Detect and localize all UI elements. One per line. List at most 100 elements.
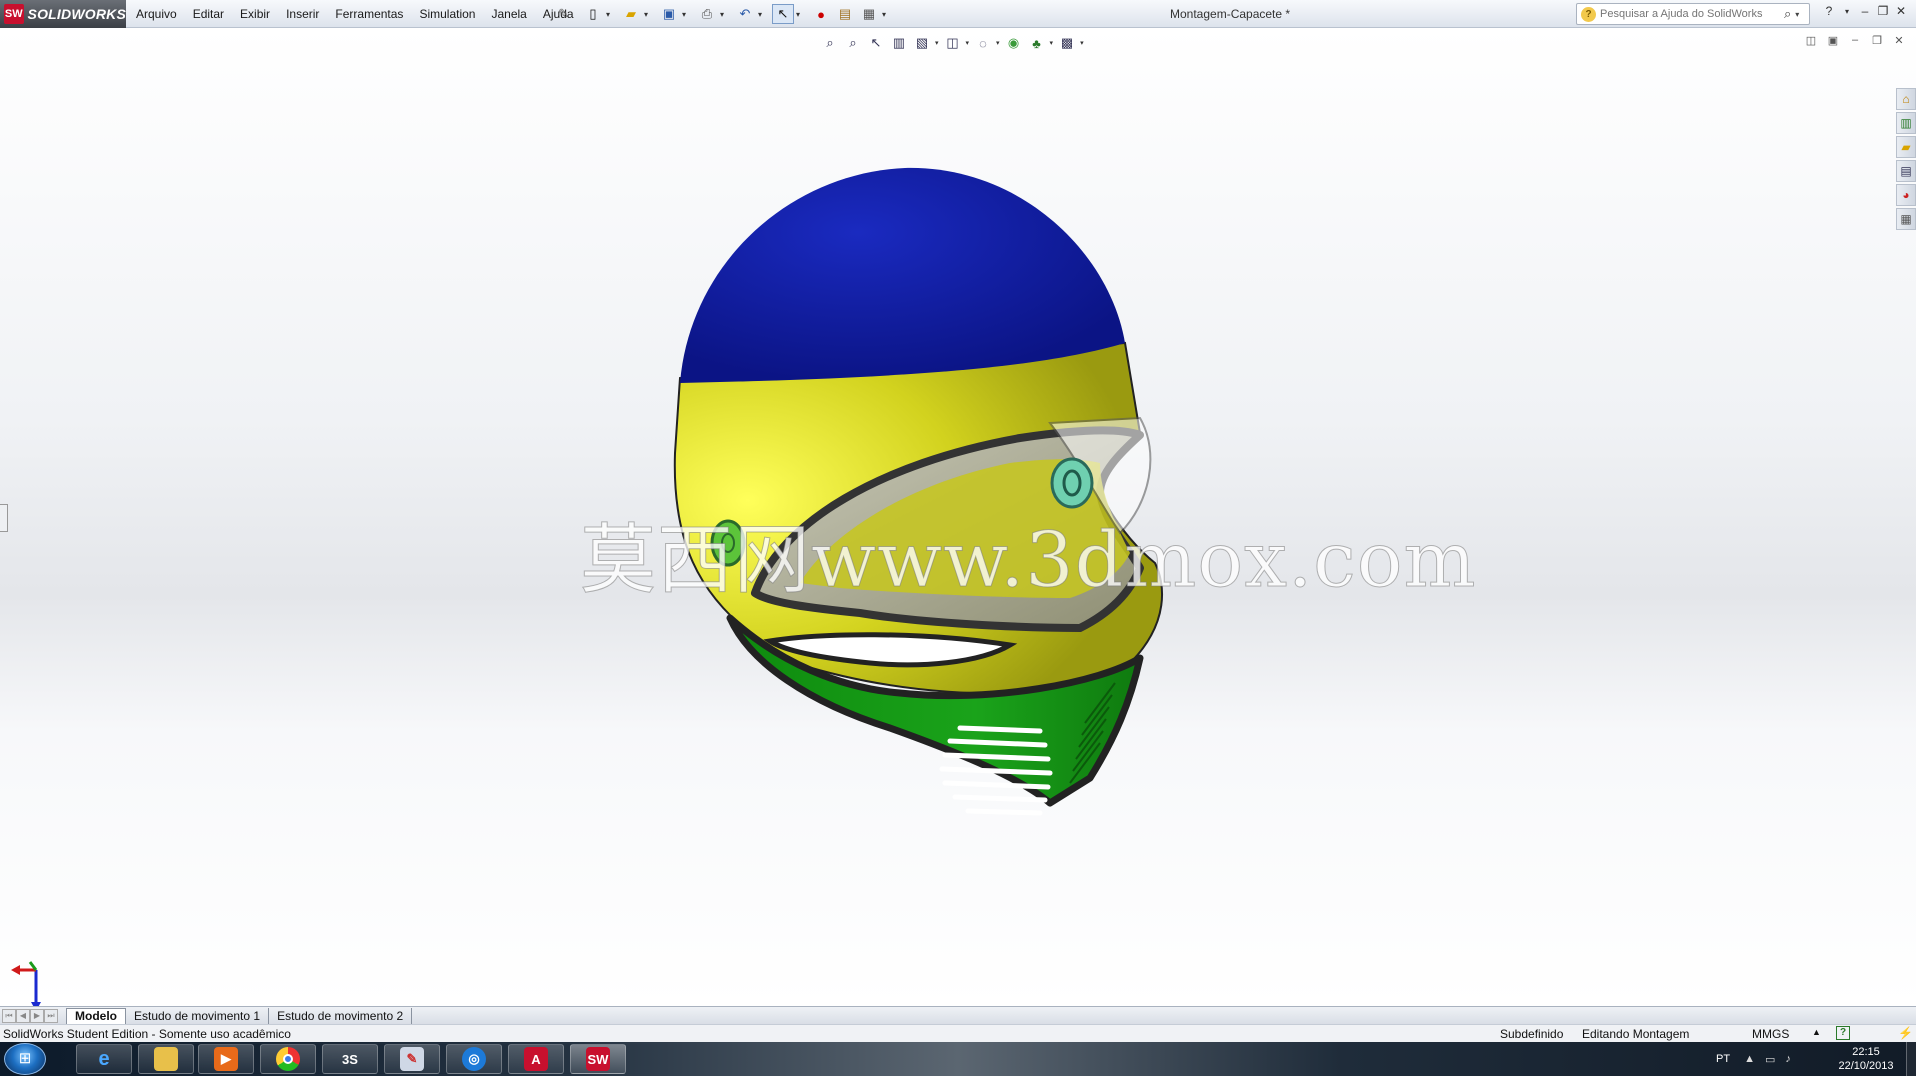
minimize-icon[interactable]: – xyxy=(1844,34,1866,47)
media-player-button[interactable]: ▶ xyxy=(198,1044,254,1074)
close-icon[interactable]: ✕ xyxy=(1888,34,1910,47)
chevron-down-icon[interactable]: ▾ xyxy=(758,10,766,19)
options-icon[interactable]: ▦ xyxy=(858,4,880,24)
chevron-down-icon[interactable]: ▾ xyxy=(966,39,970,47)
save-icon[interactable]: ▣ xyxy=(658,4,680,24)
hide-show-icon[interactable]: ◌ xyxy=(973,33,993,53)
edit-appearance-icon[interactable]: ◉ xyxy=(1004,33,1024,53)
rebuild-icon[interactable]: ⚡ xyxy=(1898,1026,1913,1040)
menu-exibir[interactable]: Exibir xyxy=(240,7,270,21)
chevron-up-icon[interactable]: ▲ xyxy=(1812,1027,1821,1037)
close-icon[interactable]: ✕ xyxy=(1892,4,1910,18)
network-icon[interactable]: ▭ xyxy=(1765,1053,1775,1066)
select-arrow-icon[interactable]: ↖ xyxy=(772,4,794,24)
restore-icon[interactable]: ❐ xyxy=(1866,34,1888,47)
open-folder-icon[interactable]: ▰ xyxy=(620,4,642,24)
first-tab-icon[interactable]: ⏮ xyxy=(2,1008,16,1023)
help-search-input[interactable] xyxy=(1600,8,1780,20)
view-palette-icon[interactable]: ▤ xyxy=(1896,160,1916,182)
show-hidden-icons-icon[interactable]: ▲ xyxy=(1744,1053,1755,1065)
tab-estudo-de-movimento-1[interactable]: Estudo de movimento 1 xyxy=(126,1007,270,1024)
last-tab-icon[interactable]: ⏭ xyxy=(44,1008,58,1023)
chevron-down-icon[interactable]: ▾ xyxy=(882,10,890,19)
search-icon[interactable]: ⌕ xyxy=(1784,6,1791,22)
help-icon: ? xyxy=(1581,6,1596,22)
volume-icon[interactable]: ♪ xyxy=(1785,1053,1791,1065)
menu-inserir[interactable]: Inserir xyxy=(286,7,319,21)
unit-system[interactable]: MMGS xyxy=(1752,1027,1789,1041)
chevron-down-icon[interactable]: ▾ xyxy=(1838,7,1856,16)
folder-icon xyxy=(154,1047,178,1071)
chevron-down-icon[interactable]: ▾ xyxy=(606,10,614,19)
taskbar-clock[interactable]: 22:15 22/10/2013 xyxy=(1828,1045,1904,1073)
teamviewer-icon: ◎ xyxy=(462,1047,486,1071)
design-library-icon[interactable]: ▥ xyxy=(1896,112,1916,134)
chevron-down-icon[interactable]: ▾ xyxy=(796,10,804,19)
internet-explorer-button[interactable]: e xyxy=(76,1044,132,1074)
help-menu-icon[interactable]: ? xyxy=(1820,4,1838,18)
zoom-to-area-icon[interactable]: ⌕ xyxy=(843,33,863,53)
acrobat-button[interactable]: A xyxy=(508,1044,564,1074)
prev-tab-icon[interactable]: ◀ xyxy=(16,1008,30,1023)
display-style-icon[interactable]: ◫ xyxy=(943,33,963,53)
menu-janela[interactable]: Janela xyxy=(491,7,526,21)
custom-properties-icon[interactable]: ▦ xyxy=(1896,208,1916,230)
window-controls: ? ▾ – ❐ ✕ xyxy=(1820,4,1910,18)
file-explorer-button[interactable] xyxy=(138,1044,194,1074)
apply-scene-icon[interactable]: ♣ xyxy=(1027,33,1047,53)
tab-estudo-de-movimento-2[interactable]: Estudo de movimento 2 xyxy=(269,1007,413,1024)
feature-manager-collapse-handle[interactable] xyxy=(0,504,8,532)
chevron-down-icon[interactable]: ▾ xyxy=(996,39,1000,47)
paint-button[interactable]: ✎ xyxy=(384,1044,440,1074)
menu-editar[interactable]: Editar xyxy=(193,7,224,21)
definition-status: Subdefinido xyxy=(1500,1027,1564,1041)
traffic-light-icon[interactable]: ● xyxy=(810,4,832,24)
clock-date: 22/10/2013 xyxy=(1838,1060,1894,1072)
quick-tips-icon[interactable]: ? xyxy=(1836,1026,1850,1040)
media-player-icon: ▶ xyxy=(214,1047,238,1071)
windows-start-button[interactable]: ⊞ xyxy=(4,1043,46,1075)
pin-menu-icon[interactable]: ✎ xyxy=(558,6,569,22)
minimize-icon[interactable]: – xyxy=(1856,4,1874,18)
new-document-icon[interactable]: ▯ xyxy=(582,4,604,24)
view-settings-icon[interactable]: ▩ xyxy=(1057,33,1077,53)
menu-simulation[interactable]: Simulation xyxy=(419,7,475,21)
solidworks-logo[interactable]: SW SOLIDWORKS xyxy=(0,0,126,28)
chevron-down-icon[interactable]: ▾ xyxy=(682,10,690,19)
section-view-icon[interactable]: ▥ xyxy=(889,33,909,53)
3ds-app-button[interactable]: 3S xyxy=(322,1044,378,1074)
split-view-icon[interactable]: ◫ xyxy=(1800,34,1822,47)
chevron-down-icon[interactable]: ▾ xyxy=(1050,39,1054,47)
show-desktop-button[interactable] xyxy=(1906,1042,1916,1076)
tile-view-icon[interactable]: ▣ xyxy=(1822,34,1844,47)
language-indicator[interactable]: PT xyxy=(1716,1053,1730,1065)
undo-icon[interactable]: ↶ xyxy=(734,4,756,24)
teamviewer-button[interactable]: ◎ xyxy=(446,1044,502,1074)
previous-view-icon[interactable]: ↖ xyxy=(866,33,886,53)
print-icon[interactable]: ⎙ xyxy=(696,4,718,24)
graphics-area[interactable]: ⌕ ⌕ ↖ ▥ ▧ ▾ ◫ ▾ ◌ ▾ ◉ ♣ ▾ ▩ ▾ ◫ ▣ – ❐ ✕ ⌂ ▥ ▰… xyxy=(0,28,1916,1011)
menu-ferramentas[interactable]: Ferramentas xyxy=(335,7,403,21)
model-tabs-bar: ⏮ ◀ ▶ ⏭ Modelo Estudo de movimento 1 Est… xyxy=(0,1006,1916,1024)
menu-arquivo[interactable]: Arquivo xyxy=(136,7,177,21)
view-orientation-icon[interactable]: ▧ xyxy=(912,33,932,53)
zoom-to-fit-icon[interactable]: ⌕ xyxy=(820,33,840,53)
next-tab-icon[interactable]: ▶ xyxy=(30,1008,44,1023)
chrome-button[interactable] xyxy=(260,1044,316,1074)
viewport-controls: ◫ ▣ – ❐ ✕ xyxy=(1800,34,1910,47)
appearances-icon[interactable]: ◕ xyxy=(1896,184,1916,206)
solidworks-taskbar-button[interactable]: SW xyxy=(570,1044,626,1074)
solidworks-resources-icon[interactable]: ⌂ xyxy=(1896,88,1916,110)
windows-taskbar: ⊞ e ▶ 3S ✎ ◎ A SW PT ▲ ▭ ♪ 22:15 22/10/2… xyxy=(0,1042,1916,1076)
file-properties-icon[interactable]: ▤ xyxy=(834,4,856,24)
chevron-down-icon[interactable]: ▾ xyxy=(1795,10,1799,19)
chevron-down-icon[interactable]: ▾ xyxy=(935,39,939,47)
restore-icon[interactable]: ❐ xyxy=(1874,4,1892,18)
file-explorer-icon[interactable]: ▰ xyxy=(1896,136,1916,158)
document-title: Montagem-Capacete * xyxy=(1170,7,1291,21)
tab-modelo[interactable]: Modelo xyxy=(66,1007,126,1024)
chevron-down-icon[interactable]: ▾ xyxy=(720,10,728,19)
logo-text: SOLIDWORKS xyxy=(27,6,126,22)
chevron-down-icon[interactable]: ▾ xyxy=(1080,39,1084,47)
chevron-down-icon[interactable]: ▾ xyxy=(644,10,652,19)
